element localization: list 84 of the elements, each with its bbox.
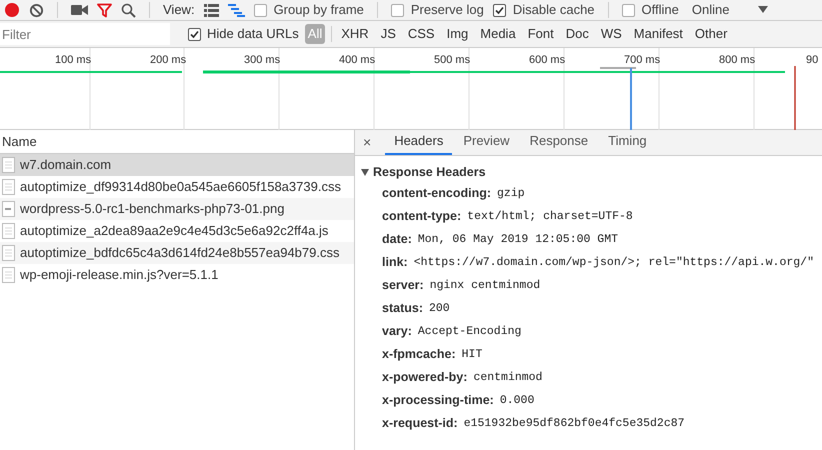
time-tick-label: 800 ms <box>719 53 756 68</box>
time-tick-label: 400 ms <box>339 53 376 68</box>
checkbox[interactable] <box>622 4 635 16</box>
time-tick-label: 500 ms <box>434 53 470 68</box>
triangle-icon <box>361 168 369 176</box>
file-icon <box>2 245 15 261</box>
file-icon <box>2 267 15 283</box>
clear-icon[interactable] <box>29 2 44 18</box>
type-filter-tab[interactable]: Font <box>524 24 557 44</box>
header-value: 200 <box>428 300 450 317</box>
header-value: HIT <box>462 346 482 363</box>
header-value: Mon, 06 May 2019 12:05:00 GMT <box>418 232 618 248</box>
header-value: <https://w7.domain.com/wp-json/>; rel="https://api.w.org/" <box>414 254 814 271</box>
time-tick-label: 100 ms <box>55 53 92 68</box>
header-name: x-fpmcache: <box>382 346 456 364</box>
detail-tab[interactable]: Response <box>520 129 598 155</box>
waterfall-view-icon[interactable] <box>228 4 245 16</box>
time-tick-label: 300 ms <box>244 53 280 68</box>
file-icon <box>2 179 15 195</box>
time-tick-label: 700 ms <box>624 53 660 68</box>
type-filter-tab[interactable]: Manifest <box>630 24 686 44</box>
header-name: content-encoding: <box>382 185 492 202</box>
search-icon[interactable] <box>121 2 136 18</box>
type-filter-tab[interactable]: JS <box>378 24 399 44</box>
type-filter-tab[interactable]: Img <box>444 24 472 44</box>
time-tick-label: 200 ms <box>150 53 186 68</box>
request-name: wp-emoji-release.min.js?ver=5.1.1 <box>20 266 218 284</box>
type-filter-tab[interactable]: Doc <box>562 24 592 44</box>
checkbox[interactable] <box>254 4 267 16</box>
request-name: wordpress-5.0-rc1-benchmarks-php73-01.png <box>20 200 284 218</box>
close-button[interactable]: × <box>363 132 372 153</box>
checkbox-label: Preserve log <box>410 1 484 20</box>
record-button[interactable] <box>4 2 20 18</box>
list-view-icon[interactable] <box>204 4 219 16</box>
header-name: content-type: <box>382 208 462 226</box>
header-value: centminmod <box>473 370 542 386</box>
request-name: autoptimize_df99314d80be0a545ae6605f158a3739.css <box>20 178 341 196</box>
request-row[interactable]: autoptimize_bdfdc65c4a3d614fd24e8b557ea94b79.css <box>0 242 354 264</box>
header-value: e151932be95df862bf0e4fc5e35d2c87 <box>464 416 685 432</box>
checkbox-label: Hide data URLs <box>207 25 299 44</box>
checkbox[interactable] <box>492 4 506 16</box>
time-tick-label: 600 ms <box>529 53 566 68</box>
file-icon <box>2 223 15 239</box>
caret-icon[interactable] <box>758 6 768 14</box>
file-icon <box>2 157 15 173</box>
request-name: autoptimize_bdfdc65c4a3d614fd24e8b557ea94b79.css <box>20 244 340 262</box>
checkbox[interactable] <box>188 28 201 40</box>
filter-icon[interactable] <box>97 2 112 18</box>
section-header[interactable]: Response Headers <box>355 162 822 182</box>
type-filter-tab[interactable]: XHR <box>338 24 372 44</box>
header-name: x-request-id: <box>382 415 458 432</box>
request-row[interactable]: w7.domain.com <box>0 154 354 176</box>
throttle-dropdown[interactable]: Online <box>692 0 730 20</box>
filter-field[interactable]: Filter <box>0 23 170 45</box>
checkbox-label: Disable cache <box>512 1 595 20</box>
detail-tab[interactable]: Preview <box>454 129 519 155</box>
checkbox-label: Offline <box>642 1 679 20</box>
detail-tab[interactable]: Timing <box>599 129 656 155</box>
header-value: nginx centminmod <box>430 278 540 294</box>
header-name: status: <box>382 300 423 318</box>
header-name: date: <box>382 231 412 248</box>
header-name: server: <box>382 277 424 294</box>
type-filter-tab[interactable]: Other <box>692 24 730 44</box>
header-value: 0.000 <box>500 392 534 409</box>
checkbox[interactable] <box>390 4 404 16</box>
header-value: Accept-Encoding <box>418 324 522 340</box>
header-name: link: <box>382 254 408 272</box>
type-filter-tab[interactable]: Media <box>477 24 519 44</box>
image-file-icon <box>2 201 15 217</box>
header-name: x-processing-time: <box>382 392 494 410</box>
time-tick-label: 90 <box>806 53 818 68</box>
header-name: vary: <box>382 323 412 340</box>
request-row[interactable]: wordpress-5.0-rc1-benchmarks-php73-01.png <box>0 198 354 220</box>
detail-tab[interactable]: Headers <box>385 129 452 155</box>
request-name: w7.domain.com <box>20 156 112 174</box>
checkbox-label: Group by frame <box>274 1 364 20</box>
view-label: View: <box>163 1 195 20</box>
camera-icon[interactable] <box>71 4 88 16</box>
header-name: x-powered-by: <box>382 369 468 386</box>
header-value: gzip <box>497 186 525 202</box>
header-value: text/html; charset=UTF-8 <box>467 208 633 225</box>
type-filter-tab[interactable]: CSS <box>404 24 438 44</box>
request-name: autoptimize_a2dea89aa2e9c4e45d3c5e6a92c2ff4a.js <box>20 222 328 240</box>
type-filter-tab[interactable]: WS <box>598 24 625 44</box>
